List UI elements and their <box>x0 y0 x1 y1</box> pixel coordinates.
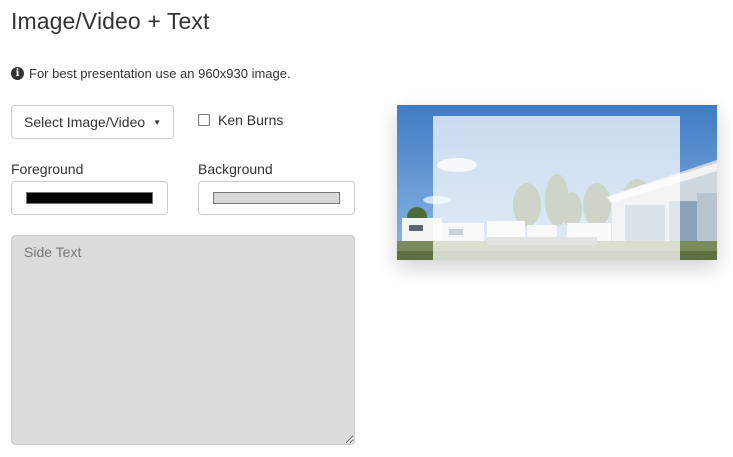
foreground-color-swatch[interactable] <box>26 192 153 204</box>
side-text-textarea[interactable] <box>11 235 355 445</box>
caret-down-icon: ▼ <box>153 117 162 127</box>
foreground-color-field[interactable] <box>11 181 168 215</box>
info-icon: i <box>11 67 24 80</box>
text-area-overlay <box>433 116 680 260</box>
ken-burns-option[interactable]: Ken Burns <box>198 112 283 128</box>
select-image-video-label: Select Image/Video <box>24 114 146 130</box>
editor-panel: Image/Video + Text i For best presentati… <box>0 0 733 457</box>
ken-burns-checkbox[interactable] <box>198 114 210 126</box>
select-image-video-dropdown[interactable]: Select Image/Video ▼ <box>11 105 174 139</box>
ken-burns-label: Ken Burns <box>218 112 284 128</box>
foreground-label: Foreground <box>11 161 84 177</box>
background-color-field[interactable] <box>198 181 355 215</box>
background-color-swatch[interactable] <box>213 192 340 204</box>
background-label: Background <box>198 161 273 177</box>
hint-text: For best presentation use an 960x930 ima… <box>29 66 291 81</box>
image-size-hint: i For best presentation use an 960x930 i… <box>11 66 291 81</box>
image-preview <box>397 105 717 260</box>
page-title: Image/Video + Text <box>11 8 210 34</box>
